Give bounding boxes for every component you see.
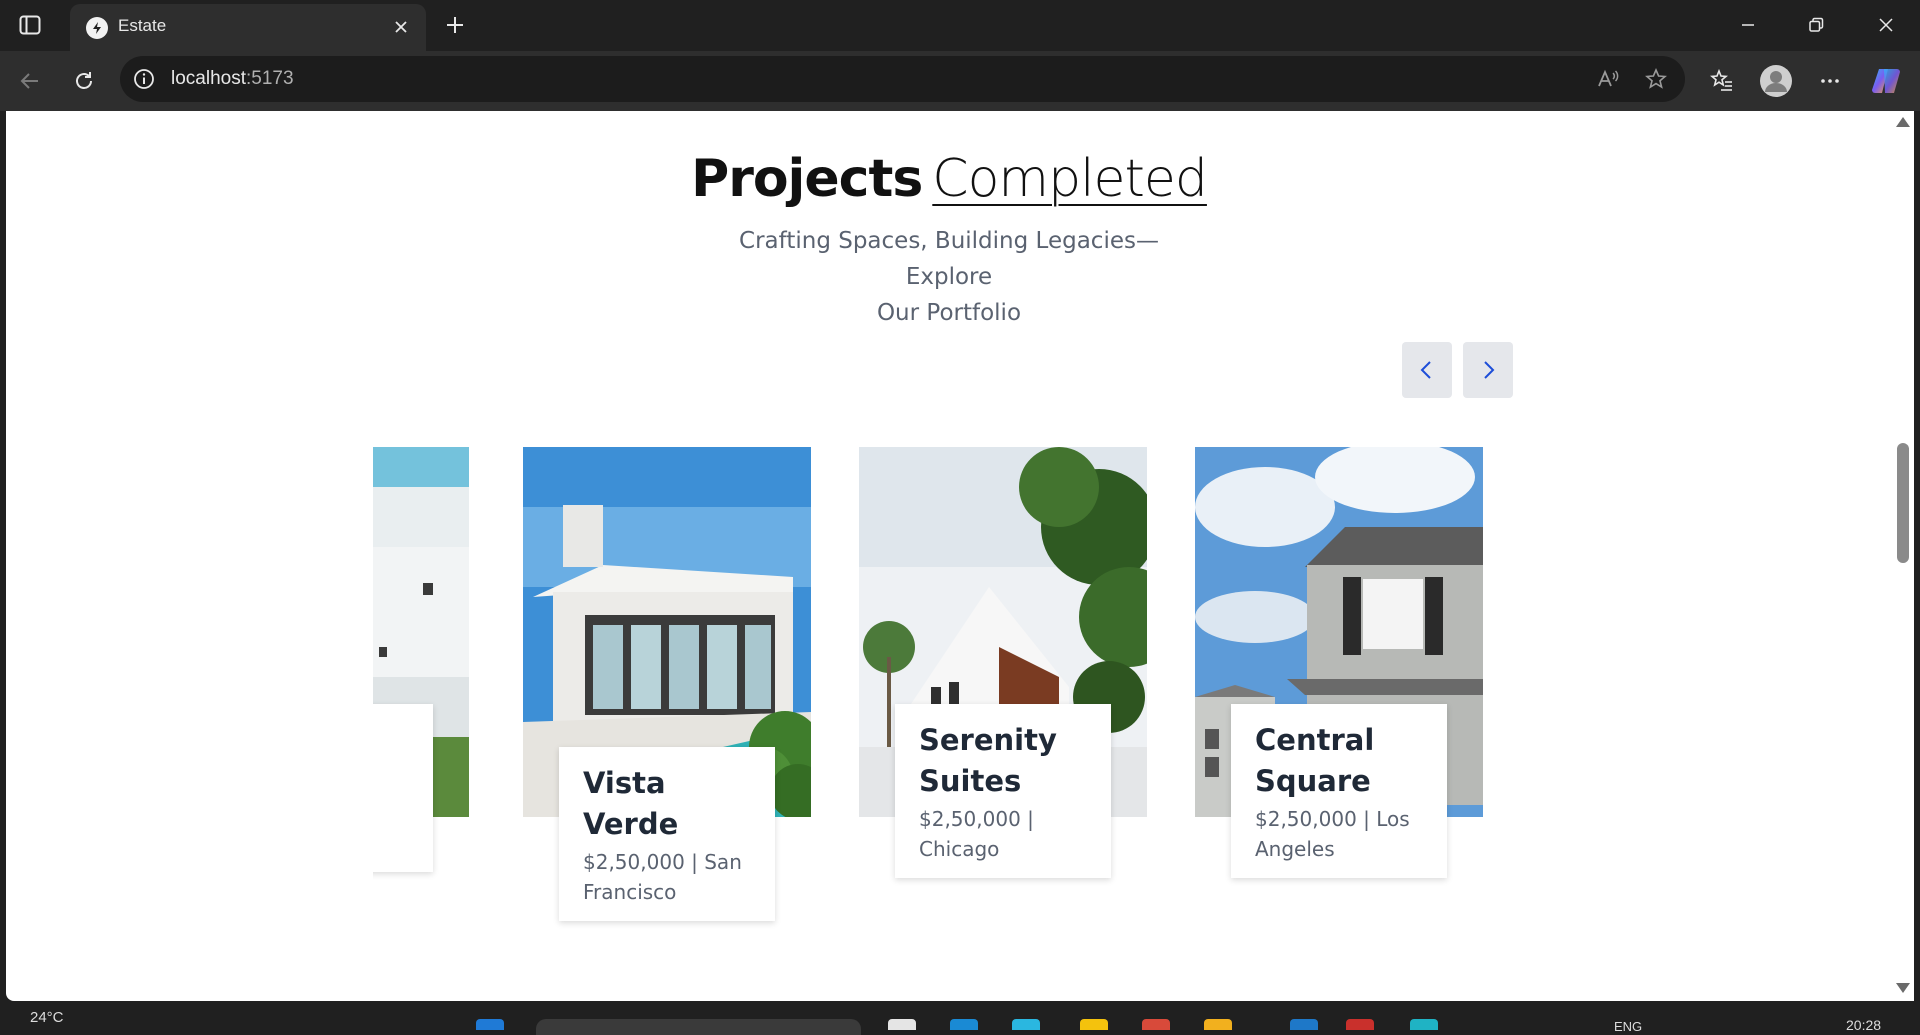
carousel-next-button[interactable] — [1463, 342, 1513, 398]
chevron-right-icon — [1484, 361, 1495, 379]
minimize-icon[interactable] — [1728, 8, 1768, 42]
clock-time[interactable]: 20:28 — [1846, 1017, 1881, 1033]
section-heading: Projects Completed — [6, 149, 1892, 209]
read-aloud-icon[interactable] — [1594, 65, 1622, 93]
carousel-prev-button[interactable] — [1402, 342, 1452, 398]
profile-avatar-icon[interactable] — [1758, 63, 1794, 99]
taskbar-app-icon[interactable] — [888, 1019, 916, 1030]
address-url[interactable]: localhost:5173 — [171, 68, 294, 90]
new-tab-icon[interactable] — [438, 8, 472, 42]
restore-icon[interactable] — [1796, 8, 1836, 42]
taskbar-app-icon[interactable] — [950, 1019, 978, 1030]
project-meta: $2,50,000 | Chicago — [919, 807, 1034, 861]
taskbar-app-icon[interactable] — [1204, 1019, 1232, 1030]
page-viewport: Projects Completed Crafting Spaces, Build… — [6, 111, 1892, 1001]
os-taskbar: 24°C ENG 20:28 — [0, 1001, 1920, 1035]
taskbar-app-icon[interactable] — [1080, 1019, 1108, 1030]
subtitle-line-1: Crafting Spaces, Building Legacies—Explo… — [739, 228, 1159, 290]
project-title: Central Square — [1255, 723, 1375, 798]
section-subtitle: Crafting Spaces, Building Legacies—Explo… — [704, 223, 1194, 331]
project-meta: $2,50,000 | Los Angeles — [1255, 807, 1410, 861]
project-info: Serenity Suites $2,50,000 | Chicago — [895, 704, 1111, 878]
projects-carousel[interactable]: Vista Verde $2,50,000 | San Francisco Se… — [373, 447, 1523, 1001]
tab-actions-icon[interactable] — [14, 10, 46, 40]
language-indicator[interactable]: ENG — [1614, 1019, 1642, 1034]
more-options-icon[interactable] — [1812, 63, 1848, 99]
project-title: Vista Verde — [583, 766, 679, 841]
close-window-icon[interactable] — [1866, 8, 1906, 42]
project-info — [373, 704, 433, 872]
project-info: Vista Verde $2,50,000 | San Francisco — [559, 747, 775, 921]
browser-titlebar: Estate — [0, 0, 1920, 51]
favorites-icon[interactable] — [1704, 63, 1740, 99]
project-title: Serenity Suites — [919, 723, 1057, 798]
heading-light: Completed — [932, 149, 1208, 209]
heading-bold: Projects — [691, 149, 923, 209]
taskbar-app-icon[interactable] — [1410, 1019, 1438, 1030]
browser-toolbar: localhost:5173 — [0, 51, 1920, 111]
taskbar-app-icon[interactable] — [1142, 1019, 1170, 1030]
taskbar-app-icon[interactable] — [1290, 1019, 1318, 1030]
back-icon[interactable] — [12, 63, 48, 99]
scroll-down-icon[interactable] — [1896, 983, 1910, 993]
refresh-icon[interactable] — [66, 63, 102, 99]
page-scrollbar[interactable] — [1892, 111, 1914, 1001]
address-bar[interactable]: localhost:5173 — [120, 56, 1685, 102]
weather-temperature[interactable]: 24°C — [30, 1009, 64, 1026]
taskbar-app-icon[interactable] — [1346, 1019, 1374, 1030]
copilot-icon[interactable] — [1868, 63, 1904, 99]
start-icon[interactable] — [476, 1019, 504, 1030]
project-info: Central Square $2,50,000 | Los Angeles — [1231, 704, 1447, 878]
favorite-star-icon[interactable] — [1642, 65, 1670, 93]
chevron-left-icon — [1420, 361, 1431, 379]
scrollbar-thumb[interactable] — [1897, 443, 1909, 563]
taskbar-search[interactable] — [536, 1019, 861, 1035]
close-tab-icon[interactable] — [388, 14, 414, 40]
site-info-icon[interactable] — [132, 67, 156, 91]
taskbar-app-icon[interactable] — [1012, 1019, 1040, 1030]
subtitle-line-2: Our Portfolio — [876, 300, 1022, 326]
project-meta: $2,50,000 | San Francisco — [583, 850, 742, 904]
tab-title: Estate — [118, 16, 167, 35]
browser-tab[interactable]: Estate — [70, 4, 426, 51]
scroll-up-icon[interactable] — [1896, 117, 1910, 127]
bolt-icon — [86, 17, 108, 39]
